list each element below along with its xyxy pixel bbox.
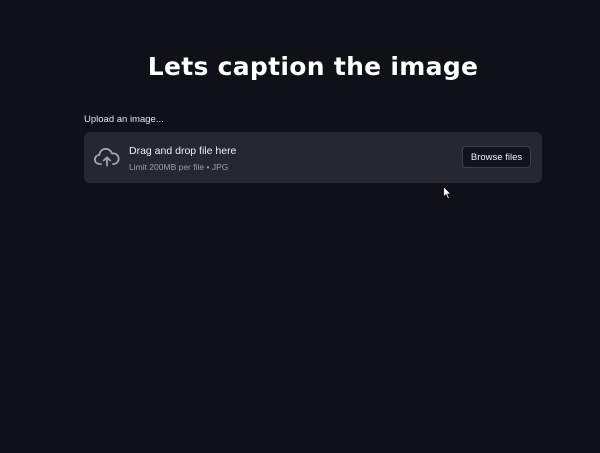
file-dropzone[interactable]: Drag and drop file here Limit 200MB per … — [84, 132, 542, 183]
dropzone-limit-text: Limit 200MB per file • JPG — [129, 162, 229, 172]
cloud-upload-icon — [94, 147, 120, 167]
app-main: Lets caption the image Upload an image..… — [0, 0, 600, 453]
upload-label: Upload an image... — [84, 114, 164, 125]
page-title: Lets caption the image — [147, 52, 479, 81]
browse-files-button[interactable]: Browse files — [462, 146, 531, 168]
mouse-pointer-icon — [443, 185, 452, 200]
dropzone-title: Drag and drop file here — [129, 145, 237, 157]
